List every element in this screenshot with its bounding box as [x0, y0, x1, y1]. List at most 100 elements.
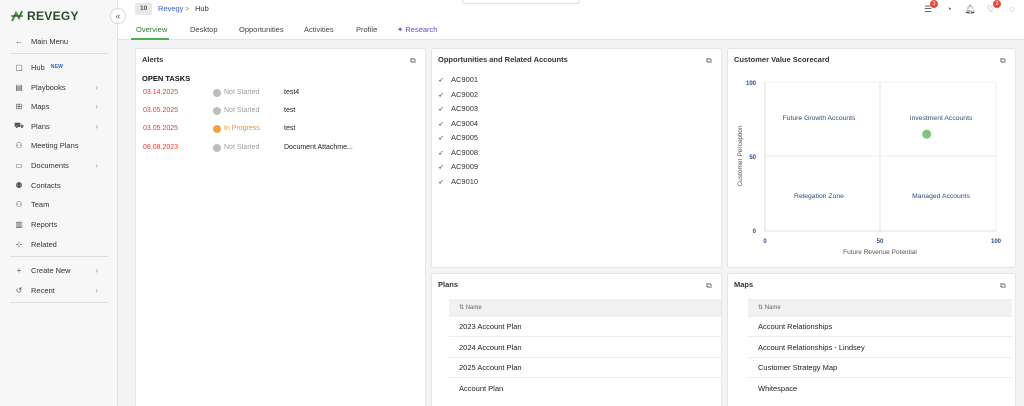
tab-overview[interactable]: Overview	[136, 25, 167, 34]
sidebar-item-hub[interactable]: ▢ Hub NEW	[0, 59, 118, 75]
tab-opportunities[interactable]: Opportunities	[239, 25, 284, 34]
chevron-right-icon: ›	[95, 121, 98, 131]
tab-profile[interactable]: Profile	[356, 25, 377, 34]
chevron-right-icon: ›	[95, 265, 98, 275]
opportunity-label: AC9010	[451, 177, 479, 186]
tab-activities[interactable]: Activities	[304, 25, 334, 34]
hub-icon: ▢	[15, 62, 23, 72]
meeting-icon: ⚇	[15, 140, 23, 150]
map-row[interactable]: Account Relationships - Lindsey	[748, 338, 1012, 358]
sidebar-item-maps[interactable]: ⊞ Maps ›	[0, 98, 118, 114]
top-search-box[interactable]	[462, 0, 580, 4]
sidebar-item-label: Main Menu	[31, 36, 69, 46]
breadcrumb-parent[interactable]: Revegy	[158, 4, 183, 13]
opportunity-item[interactable]: ➶ AC9004	[438, 119, 478, 128]
task-date: 08.08.2023	[143, 144, 179, 151]
external-link-icon[interactable]: ⧉	[706, 281, 715, 290]
bell-icon[interactable]: 🔔︎	[964, 3, 976, 15]
task-row[interactable]: 08.08.2023 Not Started Document Attachme…	[143, 144, 423, 156]
history-icon: ↺	[15, 285, 23, 295]
tab-bar: Overview Desktop Opportunities Activitie…	[118, 18, 1024, 40]
task-date: 03.05.2025	[143, 125, 179, 132]
external-link-icon[interactable]: ⧉	[410, 56, 419, 65]
alerts-title: Alerts	[142, 55, 164, 64]
column-label: Name	[465, 305, 482, 311]
plan-row[interactable]: 2024 Account Plan	[449, 338, 721, 358]
tab-research-label: Research	[405, 25, 438, 34]
plan-row[interactable]: 2025 Account Plan	[449, 358, 721, 378]
sort-icon: ⇅	[758, 305, 765, 311]
task-row[interactable]: 03.05.2025 Not Started test	[143, 107, 423, 119]
alerts-icon[interactable]: ♡ 2	[985, 0, 1001, 15]
opportunity-item[interactable]: ➶ AC9008	[438, 148, 478, 157]
task-name: test4	[284, 89, 300, 96]
task-status: Not Started	[224, 89, 260, 96]
sidebar-item-label: Create New	[31, 265, 71, 275]
chat-icon[interactable]: ◌	[1006, 3, 1018, 15]
task-date: 03.05.2025	[143, 107, 179, 114]
brand-logo[interactable]: REVEGY	[10, 9, 79, 23]
dashboard-gauge-icon[interactable]: ◔	[943, 3, 955, 15]
map-row[interactable]: Account Relationships	[748, 317, 1012, 337]
sidebar-item-related[interactable]: ⊹ Related	[0, 236, 118, 252]
document-icon: ▭	[15, 160, 23, 170]
top-icons: ☰ 3 ◔ 🔔︎ ♡ 2 ◌	[922, 0, 1018, 15]
external-link-icon[interactable]: ⧉	[706, 56, 715, 65]
tab-research[interactable]: ✦ Research	[397, 25, 437, 34]
sidebar-item-playbooks[interactable]: ▤ Playbooks ›	[0, 79, 118, 95]
status-dot	[213, 89, 221, 97]
plans-column-header[interactable]: ⇅ Name	[449, 299, 721, 317]
team-icon: ⚇	[15, 199, 23, 209]
related-icon: ⊹	[15, 239, 23, 249]
sidebar-item-team[interactable]: ⚇ Team	[0, 196, 118, 212]
sidebar-item-meeting-plans[interactable]: ⚇ Meeting Plans	[0, 137, 118, 153]
breadcrumb-current: Hub	[195, 4, 209, 13]
top-bar: 10 Revegy > Hub ☰ 3 ◔ 🔔︎ ♡ 2 ◌	[118, 0, 1024, 18]
task-name: Document Attachme...	[284, 144, 353, 151]
task-row[interactable]: 03.14.2025 Not Started test4	[143, 89, 423, 101]
sidebar-item-contacts[interactable]: ⚉ Contacts	[0, 177, 118, 193]
sidebar-item-reports[interactable]: ▥ Reports	[0, 216, 118, 232]
reports-icon: ▥	[15, 219, 23, 229]
active-tab-indicator	[131, 38, 169, 40]
tab-desktop[interactable]: Desktop	[190, 25, 218, 34]
y-axis-label: Customer Perception	[737, 125, 744, 186]
opportunity-item[interactable]: ➶ AC9005	[438, 133, 478, 142]
revegy-logo-icon	[11, 10, 23, 22]
arrow-left-icon: ←	[15, 36, 23, 46]
opportunity-label: AC9003	[451, 104, 479, 113]
sort-icon: ⇅	[459, 305, 466, 311]
y-tick-100: 100	[746, 81, 757, 87]
opportunity-item[interactable]: ➶ AC9001	[438, 75, 478, 84]
map-row[interactable]: Whitespace	[748, 379, 1012, 399]
maps-column-header[interactable]: ⇅ Name	[748, 299, 1012, 317]
x-tick-0: 0	[763, 239, 767, 245]
plans-card: Plans ⧉ ⇅ Name 2023 Account Plan 2024 Ac…	[431, 273, 722, 406]
map-row[interactable]: Customer Strategy Map	[748, 358, 1012, 378]
plan-row[interactable]: Account Plan	[449, 379, 721, 399]
collapse-sidebar-button[interactable]: «	[110, 8, 126, 24]
sidebar-item-recent[interactable]: ↺ Recent ›	[0, 282, 118, 298]
tasks-list-icon[interactable]: ☰ 3	[922, 0, 938, 15]
account-data-point[interactable]	[922, 129, 932, 139]
opportunity-label: AC9004	[451, 119, 479, 128]
maps-title: Maps	[734, 280, 754, 289]
chevron-right-icon: ›	[95, 285, 98, 295]
opportunity-item[interactable]: ➶ AC9003	[438, 104, 478, 113]
sidebar-item-documents[interactable]: ▭ Documents ›	[0, 157, 118, 173]
opportunity-item[interactable]: ➶ AC9002	[438, 90, 478, 99]
open-tasks-heading: OPEN TASKS	[142, 74, 191, 83]
opportunity-item[interactable]: ➶ AC9009	[438, 162, 478, 171]
opportunity-item[interactable]: ➶ AC9010	[438, 177, 478, 186]
external-link-icon[interactable]: ⧉	[1000, 281, 1009, 290]
status-dot	[213, 144, 221, 152]
sidebar-item-main-menu[interactable]: ← Main Menu	[0, 33, 118, 49]
task-row[interactable]: 03.05.2025 In Progress test	[143, 125, 423, 137]
sidebar-item-plans[interactable]: ⛟ Plans ›	[0, 118, 118, 134]
plans-icon: ⛟	[13, 121, 25, 130]
plan-row[interactable]: 2023 Account Plan	[449, 317, 721, 337]
breadcrumb-number: 10	[135, 3, 153, 15]
plans-title: Plans	[438, 280, 459, 289]
opportunity-label: AC9001	[451, 75, 479, 84]
sidebar-item-create-new[interactable]: + Create New ›	[0, 262, 118, 278]
